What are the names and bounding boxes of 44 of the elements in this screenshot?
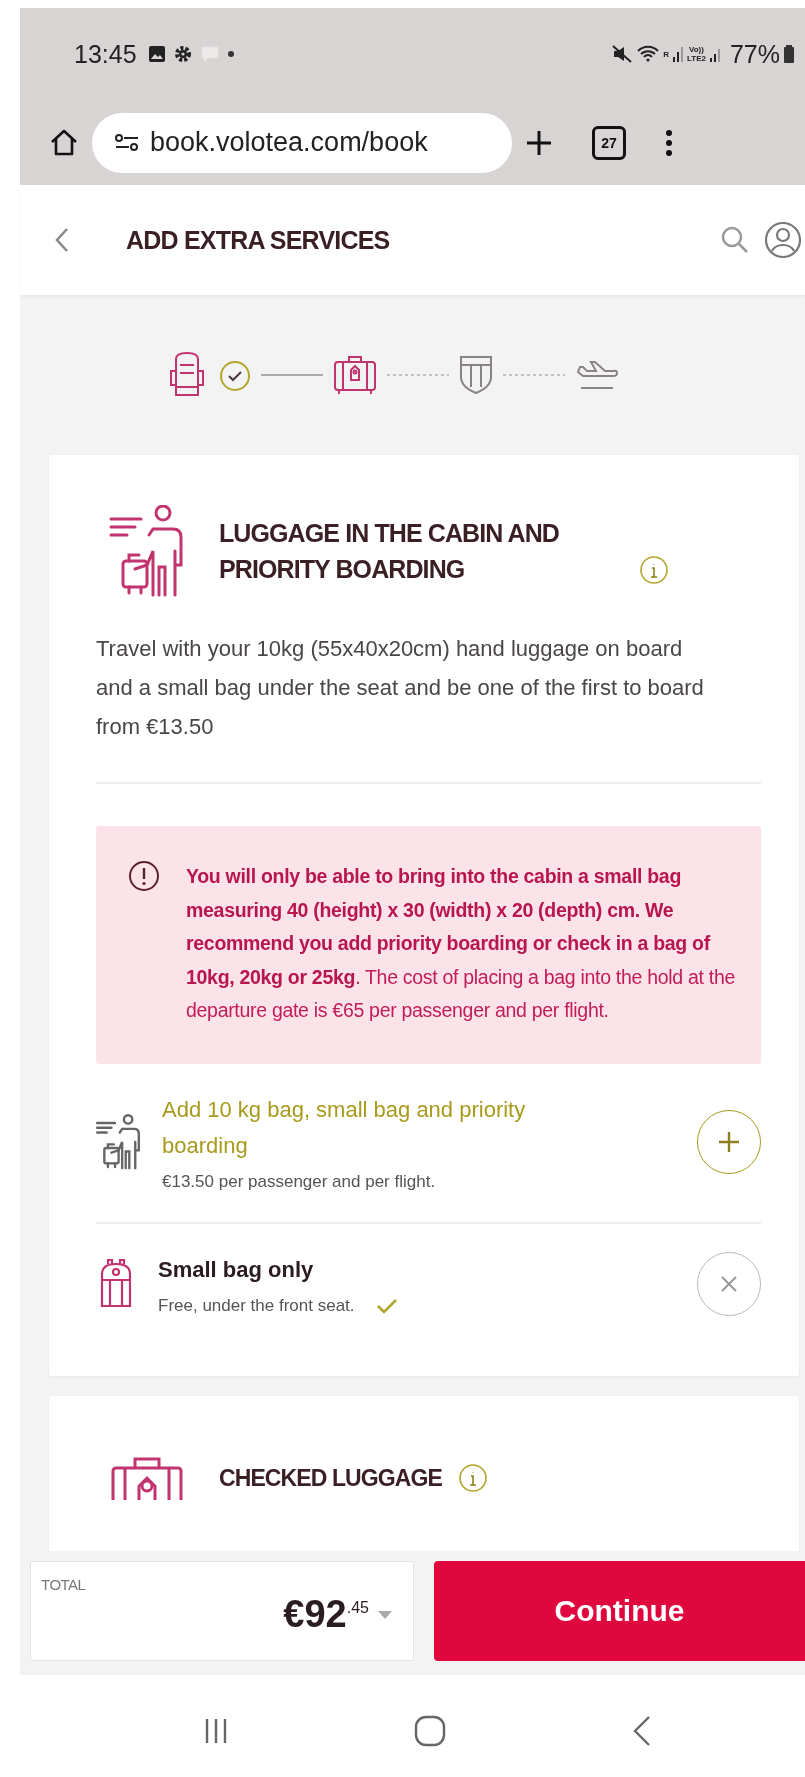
option-title: Small bag only [158, 1255, 315, 1284]
section-title: CHECKED LUGGAGE [219, 1463, 442, 1493]
option-price: €13.50 per passenger and per flight. [162, 1171, 436, 1192]
page-title: ADD EXTRA SERVICES [126, 225, 390, 255]
clock: 13:45 [74, 39, 137, 69]
suitcase-icon[interactable] [332, 354, 377, 396]
dot-icon [226, 50, 235, 58]
traveller-with-suitcase-icon [109, 505, 183, 597]
step-connector [386, 373, 449, 377]
site-settings-icon [114, 132, 140, 153]
info-button[interactable] [639, 555, 669, 585]
continue-button[interactable]: Continue [434, 1561, 805, 1661]
volte-label: Vo)) [689, 45, 704, 54]
url-text: book.volotea.com/book [150, 127, 428, 158]
total-label: TOTAL [41, 1576, 87, 1593]
plus-icon [717, 1129, 741, 1154]
roaming-label: R [663, 49, 669, 59]
airplane-icon[interactable] [574, 358, 619, 392]
mute-icon [611, 44, 634, 64]
section-description: Travel with your 10kg (55x40x20cm) hand luggage on board and a small bag under the seat and be one of the first to board from €13.50 [96, 635, 705, 741]
lte-label: LTE2 [687, 54, 706, 63]
option-price: Free, under the front seat. [158, 1295, 355, 1316]
option-title: Add 10 kg bag, small bag and priority boarding [162, 1095, 527, 1160]
caret-icon [377, 1609, 393, 1620]
step-connector [502, 373, 565, 377]
menu-icon [664, 127, 674, 158]
warning-text: You will only be able to bring into the cabin a small bag measuring 40 (height) x 30 (width) x 20 (depth) cm. We recommend you add priority boarding or check in a bag of 10kg, 20kg or 25kg. The cost of placing a bag into the hold at the departure gate is €65 per passenger and per flight. [186, 864, 736, 1023]
settings-icon [172, 44, 193, 64]
step-connector [260, 373, 323, 377]
section-title: LUGGAGE IN THE CABIN AND PRIORITY BOARDING [219, 518, 560, 585]
battery-icon [783, 44, 795, 64]
shield-icon[interactable] [458, 355, 493, 395]
wifi-icon [636, 44, 661, 64]
warning-icon [128, 860, 160, 892]
signal-icon [672, 45, 684, 63]
address-bar[interactable]: book.volotea.com/book [92, 112, 512, 173]
total-price: €92$^{.45}$ [283, 1593, 369, 1636]
suitcase-icon [111, 1455, 183, 1500]
battery-percent: 77% [729, 39, 780, 69]
info-button[interactable] [457, 1462, 488, 1493]
tab-count-button[interactable]: 27 [592, 125, 626, 160]
total-panel[interactable]: TOTAL €92$^{.45}$ [30, 1561, 414, 1661]
image-icon [146, 44, 167, 64]
traveller-with-suitcase-icon [96, 1113, 140, 1170]
